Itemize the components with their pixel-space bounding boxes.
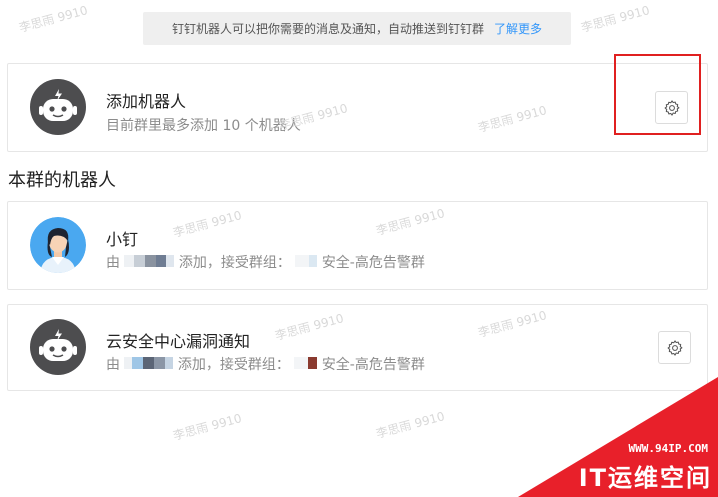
robot-name: 小钉 xyxy=(106,230,139,249)
redacted-user xyxy=(124,357,174,373)
watermark: 李思雨 9910 xyxy=(579,3,652,35)
desc-mid: 添加，接受群组： xyxy=(178,255,291,271)
watermark: 李思雨 9910 xyxy=(17,3,90,35)
notice-bar: 钉钉机器人可以把你需要的消息及通知，自动推送到钉钉群 了解更多 xyxy=(143,12,571,45)
robot-icon xyxy=(30,79,86,135)
watermark: 李思雨 9910 xyxy=(171,411,244,443)
robot-icon xyxy=(30,319,86,375)
person-avatar xyxy=(30,217,86,273)
robot-description: 由 添加，接受群组： 安全-高危告警群 xyxy=(106,354,425,374)
desc-prefix: 由 xyxy=(106,357,120,373)
redacted-user xyxy=(124,255,175,271)
add-robot-card[interactable]: 添加机器人 目前群里最多添加 10 个机器人 xyxy=(7,63,708,152)
robot-description: 由 添加，接受群组： 安全-高危告警群 xyxy=(106,252,425,272)
desc-mid: 添加，接受群组： xyxy=(177,357,290,373)
desc-suffix: 安全-高危告警群 xyxy=(321,255,425,271)
robot-settings-button[interactable] xyxy=(658,331,691,364)
desc-prefix: 由 xyxy=(106,255,120,271)
desc-suffix: 安全-高危告警群 xyxy=(321,357,425,373)
robot-name: 云安全中心漏洞通知 xyxy=(106,332,251,351)
redacted-group xyxy=(294,357,318,373)
add-robot-title: 添加机器人 xyxy=(106,92,187,111)
notice-text: 钉钉机器人可以把你需要的消息及通知，自动推送到钉钉群 xyxy=(171,22,484,36)
add-robot-subtitle: 目前群里最多添加 10 个机器人 xyxy=(106,118,301,134)
corner-site: WWW.94IP.COM xyxy=(628,442,708,455)
corner-badge: WWW.94IP.COM IT运维空间 xyxy=(518,377,718,497)
redacted-group xyxy=(295,255,318,271)
gear-icon xyxy=(667,339,682,356)
learn-more-link[interactable]: 了解更多 xyxy=(494,20,542,37)
robot-card[interactable]: 小钉 由 添加，接受群组： 安全-高危告警群 xyxy=(7,201,708,290)
corner-brand: IT运维空间 xyxy=(578,464,712,492)
section-title: 本群的机器人 xyxy=(8,170,116,191)
watermark: 李思雨 9910 xyxy=(374,409,447,441)
highlight-box xyxy=(614,54,701,135)
